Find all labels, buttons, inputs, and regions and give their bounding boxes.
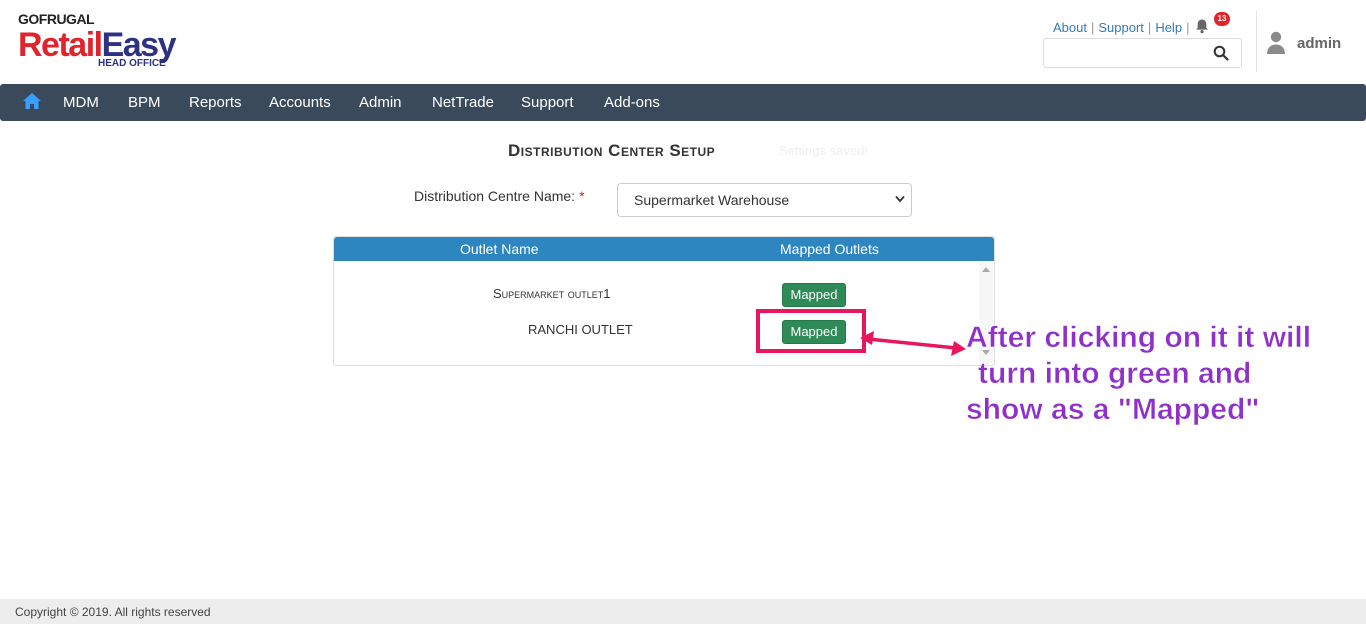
- logo-brand-main-1: Retail: [18, 26, 103, 64]
- nav-item-admin[interactable]: Admin: [359, 94, 402, 111]
- dc-name-label-text: Distribution Centre Name:: [414, 188, 576, 204]
- help-link[interactable]: Help: [1155, 20, 1182, 35]
- about-link[interactable]: About: [1053, 20, 1087, 35]
- header-divider: [1256, 10, 1257, 72]
- bell-icon[interactable]: [1194, 18, 1210, 34]
- page-title: Distribution Center Setup: [508, 141, 716, 160]
- table-header: Outlet Name Mapped Outlets: [334, 237, 994, 261]
- column-header-outlet-name: Outlet Name: [460, 241, 539, 257]
- annotation-line: turn into green and: [978, 357, 1252, 391]
- main-navbar: MDM BPM Reports Accounts Admin NetTrade …: [0, 84, 1366, 121]
- support-link[interactable]: Support: [1098, 20, 1144, 35]
- annotation-text: After clicking on it it will turn into g…: [966, 320, 1366, 428]
- search-input[interactable]: [1043, 38, 1242, 68]
- link-separator: |: [1147, 20, 1152, 35]
- nav-item-bpm[interactable]: BPM: [128, 94, 161, 111]
- top-links: About | Support | Help |: [1053, 20, 1193, 35]
- retaileasy-logo[interactable]: GOFRUGAL RetailEasy HEAD OFFICE: [18, 11, 177, 69]
- nav-item-mdm[interactable]: MDM: [63, 94, 99, 111]
- notification-badge: 13: [1214, 12, 1230, 26]
- annotation-arrow: [860, 331, 966, 356]
- table-row-outlet-name: Supermarket outlet1: [493, 286, 611, 301]
- table-row-outlet-name: RANCHI OUTLET: [528, 322, 633, 337]
- user-icon[interactable]: [1266, 31, 1286, 55]
- home-icon[interactable]: [22, 92, 42, 110]
- nav-item-add-ons[interactable]: Add-ons: [604, 94, 660, 111]
- dc-name-selected-value: Supermarket Warehouse: [634, 192, 790, 208]
- app-header: GOFRUGAL RetailEasy HEAD OFFICE About | Su…: [0, 0, 1366, 84]
- link-separator: |: [1090, 20, 1095, 35]
- link-separator: |: [1186, 20, 1190, 35]
- scroll-up-arrow-icon[interactable]: [982, 267, 990, 272]
- logo-brand-top: GOFRUGAL: [18, 11, 95, 27]
- logo-brand-sub: HEAD OFFICE: [98, 58, 166, 69]
- user-name[interactable]: admin: [1297, 35, 1341, 52]
- dc-name-label: Distribution Centre Name: *: [414, 188, 585, 204]
- nav-item-nettrade[interactable]: NetTrade: [432, 94, 494, 111]
- nav-item-support[interactable]: Support: [521, 94, 574, 111]
- dc-name-select[interactable]: Supermarket Warehouse: [617, 183, 912, 217]
- annotation-highlight-box: [756, 309, 866, 353]
- annotation-line: After clicking on it it will: [966, 321, 1312, 355]
- annotation-line: show as a "Mapped": [966, 393, 1260, 427]
- nav-item-accounts[interactable]: Accounts: [269, 94, 331, 111]
- copyright-text: Copyright © 2019. All rights reserved: [15, 605, 211, 619]
- nav-item-reports[interactable]: Reports: [189, 94, 242, 111]
- column-header-mapped-outlets: Mapped Outlets: [780, 241, 879, 257]
- search-icon[interactable]: [1213, 45, 1229, 61]
- mapped-status-button[interactable]: Mapped: [782, 283, 846, 307]
- status-message: Settings saved!: [779, 143, 868, 158]
- chevron-down-icon: [895, 195, 905, 203]
- required-mark: *: [579, 188, 585, 204]
- page-footer: Copyright © 2019. All rights reserved: [0, 599, 1366, 624]
- logo-brand-main: RetailEasy: [18, 26, 177, 64]
